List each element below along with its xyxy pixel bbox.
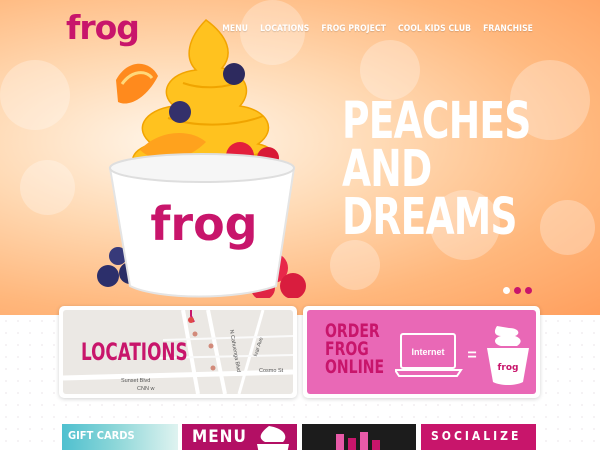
bokeh-light	[540, 200, 595, 255]
street-label: Sunset Blvd	[121, 378, 151, 384]
headline-line: DREAMS	[342, 188, 518, 247]
order-online-panel[interactable]: ORDER FROG ONLINE Internet = frog	[307, 310, 536, 394]
carousel-dot[interactable]	[525, 287, 532, 294]
socialize-tile[interactable]: SOCIALIZE	[421, 424, 536, 450]
nav-item-cool-kids-club[interactable]: COOL KIDS CLUB	[398, 24, 471, 34]
mini-cup-text: frog	[498, 363, 519, 373]
locations-card[interactable]: LOCATIONS Sunset Blvd N Cahuenga Blvd Iv…	[59, 306, 297, 398]
order-illustration: Internet = frog	[395, 326, 529, 385]
street-label: CNN w	[137, 386, 155, 392]
socialize-label: SOCIALIZE	[431, 429, 522, 443]
gift-cards-tile[interactable]: GIFT CARDS	[62, 424, 178, 450]
order-title-line: ONLINE	[325, 356, 385, 378]
promo-graphic	[336, 432, 380, 450]
bokeh-light	[20, 160, 75, 215]
order-online-card[interactable]: ORDER FROG ONLINE Internet = frog	[303, 306, 540, 398]
headline-line: PEACHES	[342, 92, 531, 151]
order-online-title: ORDER FROG ONLINE	[325, 322, 385, 378]
menu-tile-label: MENU	[192, 427, 247, 447]
locations-map[interactable]: LOCATIONS Sunset Blvd N Cahuenga Blvd Iv…	[63, 310, 293, 394]
cup-logo-text: frog	[150, 197, 257, 251]
carousel-dot[interactable]	[503, 287, 510, 294]
equals-sign: =	[467, 347, 476, 364]
hero-banner[interactable]: frog MENU LOCATIONS FROG PROJECT COOL KI…	[0, 0, 600, 315]
gift-cards-label: GIFT CARDS	[68, 429, 135, 442]
bokeh-light	[360, 40, 420, 100]
nav-item-frog-project[interactable]: FROG PROJECT	[321, 24, 386, 34]
laptop-screen-text: Internet	[411, 347, 444, 357]
bokeh-light	[0, 60, 70, 130]
page: frog MENU LOCATIONS FROG PROJECT COOL KI…	[0, 0, 600, 450]
nav-item-franchise[interactable]: FRANCHISE	[483, 24, 533, 34]
frozen-yogurt-cup-image: frog	[97, 19, 306, 298]
headline-line: AND	[342, 140, 432, 199]
locations-title: LOCATIONS	[81, 338, 188, 366]
carousel-dot[interactable]	[514, 287, 521, 294]
street-label: Cosmo St	[259, 368, 284, 374]
promo-tile[interactable]	[302, 424, 416, 450]
bokeh-light	[330, 240, 380, 290]
hero-headline: PEACHES AND DREAMS	[342, 92, 531, 247]
carousel-dots	[503, 287, 532, 294]
menu-tile[interactable]: MENU	[182, 424, 297, 450]
menu-cup-graphic	[257, 426, 289, 450]
